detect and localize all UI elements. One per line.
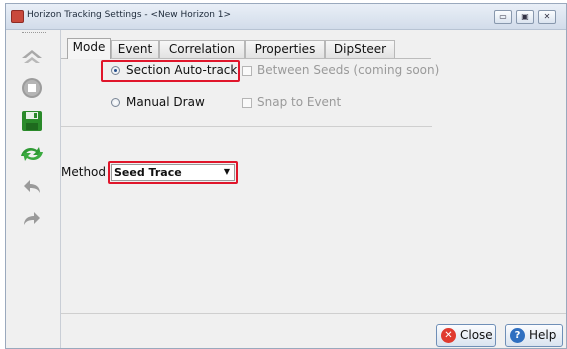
help-button-label: Help [529,328,557,342]
footer-divider [61,313,566,314]
tab-content: Mode Event Correlation Properties DipSte… [61,30,566,348]
save-icon[interactable] [19,109,45,133]
close-button[interactable]: ✕ Close [436,324,496,347]
between-seeds-label: Between Seeds (coming soon) [257,63,440,77]
minimize-button[interactable]: ▭ [494,10,512,24]
close-window-button[interactable]: ✕ [538,10,556,24]
close-button-label: Close [460,328,493,342]
section-autotrack-label[interactable]: Section Auto-track [126,63,237,77]
help-icon: ? [510,328,525,343]
redo-icon[interactable] [19,207,45,231]
tab-mode[interactable]: Mode [67,38,111,59]
tool-bar [6,30,61,348]
title-bar: Horizon Tracking Settings - <New Horizon… [6,4,566,30]
method-label: Method [61,165,107,179]
tab-properties[interactable]: Properties [245,40,325,58]
dropdown-arrow-icon: ▼ [223,167,230,176]
section-autotrack-radio[interactable] [111,66,120,75]
tab-panel-border [61,58,431,59]
retrack-icon[interactable] [19,142,45,166]
manual-draw-label[interactable]: Manual Draw [126,95,205,109]
start-tracking-icon[interactable] [19,44,45,68]
undo-icon[interactable] [19,175,45,199]
toolbar-grip[interactable] [22,32,46,35]
tab-correlation[interactable]: Correlation [159,40,245,58]
snap-to-event-checkbox [242,98,252,108]
window-title: Horizon Tracking Settings - <New Horizon… [27,10,232,20]
stop-icon[interactable] [19,76,45,100]
tab-dipsteer[interactable]: DipSteer [325,40,395,58]
snap-to-event-label: Snap to Event [257,95,342,109]
app-icon [11,10,24,23]
tab-event[interactable]: Event [111,40,159,58]
divider [61,126,432,127]
settings-window: Horizon Tracking Settings - <New Horizon… [5,3,567,349]
help-button[interactable]: ? Help [505,324,563,347]
between-seeds-checkbox [242,66,252,76]
method-select-value: Seed Trace [114,166,182,179]
maximize-button[interactable]: ▣ [516,10,534,24]
method-select[interactable]: Seed Trace ▼ [111,164,235,181]
manual-draw-radio[interactable] [111,98,120,107]
close-icon: ✕ [441,328,456,343]
